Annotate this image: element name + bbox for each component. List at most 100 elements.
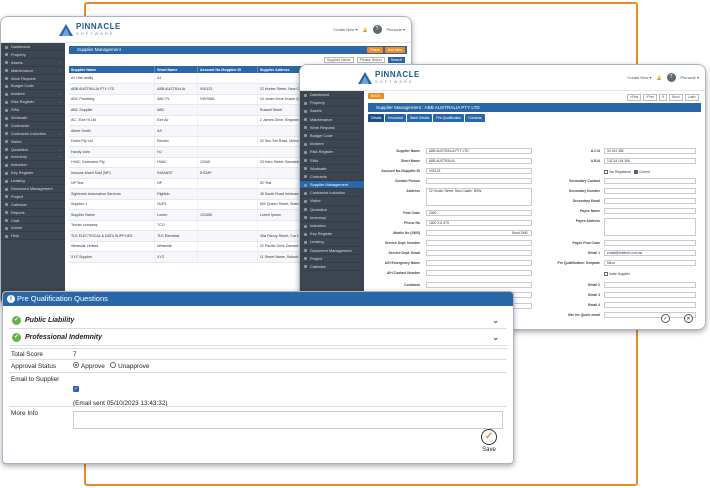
field-input[interactable] xyxy=(604,198,696,204)
field-input[interactable] xyxy=(604,208,696,214)
field-input[interactable] xyxy=(604,188,696,194)
save-check-icon[interactable]: ✓ xyxy=(661,314,670,323)
field-input[interactable] xyxy=(604,282,696,288)
sidebar-item[interactable]: Help xyxy=(1,232,65,241)
sidebar-item[interactable]: Budget Code xyxy=(300,132,364,141)
checkbox-box[interactable] xyxy=(604,272,608,277)
help-icon[interactable]: ? xyxy=(666,73,676,82)
tab-details[interactable]: Details xyxy=(368,114,385,122)
sidebar-item[interactable]: Reports xyxy=(1,209,65,217)
more-info-textarea[interactable] xyxy=(73,411,503,429)
help-icon[interactable]: ? xyxy=(372,25,382,34)
pager-button[interactable]: Next› xyxy=(669,94,683,101)
sidebar-item[interactable]: Inventory xyxy=(300,214,364,222)
sidebar-item[interactable]: Risk Register ‹ xyxy=(1,98,65,107)
field-input[interactable] xyxy=(426,250,532,256)
user-menu[interactable]: Pinnacle ▾ xyxy=(387,27,405,32)
pager-button[interactable]: ‹Prev xyxy=(643,94,658,101)
sidebar-item[interactable]: SWs xyxy=(300,157,364,165)
filter-field-select[interactable]: Supplier Name xyxy=(323,57,354,63)
sidebar-item[interactable]: Document Management xyxy=(300,247,364,255)
bell-icon[interactable]: 🔔 xyxy=(657,75,662,80)
sidebar-item[interactable]: Quotation xyxy=(300,206,364,214)
pager-button[interactable]: Last» xyxy=(684,94,699,101)
sidebar-item[interactable]: Key Register xyxy=(1,169,65,178)
tab-pre-qualification[interactable]: Pre Qualification xyxy=(433,114,465,122)
field-input[interactable] xyxy=(604,302,696,308)
sidebar-item[interactable]: Dashboard xyxy=(1,43,65,51)
sidebar-item[interactable]: Contractor Induction xyxy=(300,189,364,198)
field-input[interactable] xyxy=(604,218,696,236)
email-checkbox[interactable]: ✓ xyxy=(73,386,79,392)
filters-button[interactable]: Filters xyxy=(367,47,383,53)
column-header[interactable]: Account No./Supplier ID xyxy=(197,66,258,73)
column-header[interactable]: Short Name xyxy=(154,66,198,73)
chevron-down-icon[interactable]: ⌄ xyxy=(492,329,499,346)
sidebar-item[interactable]: SWs xyxy=(1,106,65,115)
field-input[interactable]: 22 Hunter Street, New Castle, NSW xyxy=(426,188,532,206)
save-button[interactable]: ✓ Save xyxy=(481,429,497,453)
sidebar-item[interactable]: Leasing xyxy=(300,238,364,247)
sidebar-item[interactable]: Admin xyxy=(1,224,65,233)
pager-button[interactable]: «First xyxy=(627,94,642,101)
sidebar-item[interactable]: Property xyxy=(1,51,65,59)
section-public-liability[interactable]: ✓ Public Liability ⌄ xyxy=(9,312,507,329)
sidebar-item[interactable]: Maintenance ‹ xyxy=(1,67,65,75)
field-input[interactable] xyxy=(604,292,696,298)
section-professional-indemnity[interactable]: ✓ Professional Indemnity ⌄ xyxy=(9,329,507,346)
field-input[interactable]: ABB AUSTRALIA PTY LTD xyxy=(426,148,532,154)
sidebar-item[interactable]: Calendar xyxy=(1,201,65,209)
create-new-button[interactable]: Create New ▾ xyxy=(627,75,651,80)
sidebar-item[interactable]: Assets xyxy=(300,107,364,116)
field-input[interactable]: 142 34 104 366 xyxy=(604,158,696,164)
sidebar-item[interactable]: Project xyxy=(1,193,65,201)
filter-value-select[interactable]: Please Select xyxy=(356,57,385,63)
field-input[interactable] xyxy=(426,178,532,184)
back-button[interactable]: BACK xyxy=(368,93,384,99)
search-button[interactable]: Search xyxy=(387,57,405,63)
sidebar-item[interactable]: Induction xyxy=(300,222,364,231)
sidebar-item[interactable]: Visitor xyxy=(1,138,65,146)
sidebar-item[interactable]: Supplier Management xyxy=(300,181,364,190)
sidebar-item[interactable]: Chat xyxy=(1,217,65,225)
sidebar-item[interactable]: Worksafe xyxy=(300,165,364,173)
sidebar-item[interactable]: Contractor xyxy=(1,122,65,130)
checkbox-detail.tax_registered[interactable]: Tax Registered xyxy=(604,170,631,175)
sidebar-item[interactable]: Contractor Induction ‹ xyxy=(1,130,65,138)
field-input[interactable]: email@fieldtech.com.au xyxy=(604,250,696,256)
field-input[interactable]: Minor xyxy=(604,260,696,266)
field-input[interactable]: 34 104 356 xyxy=(604,148,696,154)
sidebar-item[interactable]: Document Management xyxy=(1,185,65,193)
field-input[interactable] xyxy=(426,240,532,246)
sidebar-item[interactable]: Quotation ‹ xyxy=(1,146,65,154)
field-input[interactable]: V00123 xyxy=(426,168,532,174)
sidebar-item[interactable]: Dashboard xyxy=(300,91,364,100)
sidebar-item[interactable]: Worksafe xyxy=(1,114,65,122)
approve-radio[interactable] xyxy=(73,362,79,369)
sidebar-item[interactable]: Risk Register xyxy=(300,148,364,157)
sidebar-item[interactable]: Visitor xyxy=(300,197,364,206)
checkbox-box[interactable] xyxy=(634,170,638,175)
field-input[interactable] xyxy=(426,270,532,276)
sidebar-item[interactable]: Assets ‹ xyxy=(1,59,65,67)
close-icon[interactable]: ✕ xyxy=(684,314,693,323)
field-input[interactable]: ABB AUSTRALIA xyxy=(426,158,532,164)
sidebar-item[interactable]: Incident xyxy=(300,140,364,149)
sidebar-item[interactable]: Induction xyxy=(1,161,65,170)
sidebar-item[interactable]: Property xyxy=(300,99,364,108)
field-input[interactable]: 2300 xyxy=(426,210,532,216)
field-input[interactable]: 1800 211 675 xyxy=(426,220,532,226)
chevron-down-icon[interactable]: ⌄ xyxy=(492,312,499,329)
sidebar-item[interactable]: Budget Code xyxy=(1,82,65,91)
sidebar-item[interactable]: Contracts xyxy=(300,173,364,182)
sidebar-item[interactable]: Incident ‹ xyxy=(1,90,65,99)
field-input[interactable] xyxy=(604,178,696,184)
field-input[interactable] xyxy=(426,282,532,288)
sidebar-item[interactable]: Work Request xyxy=(1,75,65,83)
create-new-button[interactable]: Create New ▾ xyxy=(333,27,357,32)
sidebar-item[interactable]: Inventory ‹ xyxy=(1,153,65,162)
send-sms-button[interactable]: Send SMS xyxy=(512,231,528,235)
field-input[interactable] xyxy=(426,260,532,266)
tab-bank-details[interactable]: Bank Details xyxy=(407,114,433,122)
checkbox-detail.current[interactable]: Current xyxy=(634,170,650,175)
